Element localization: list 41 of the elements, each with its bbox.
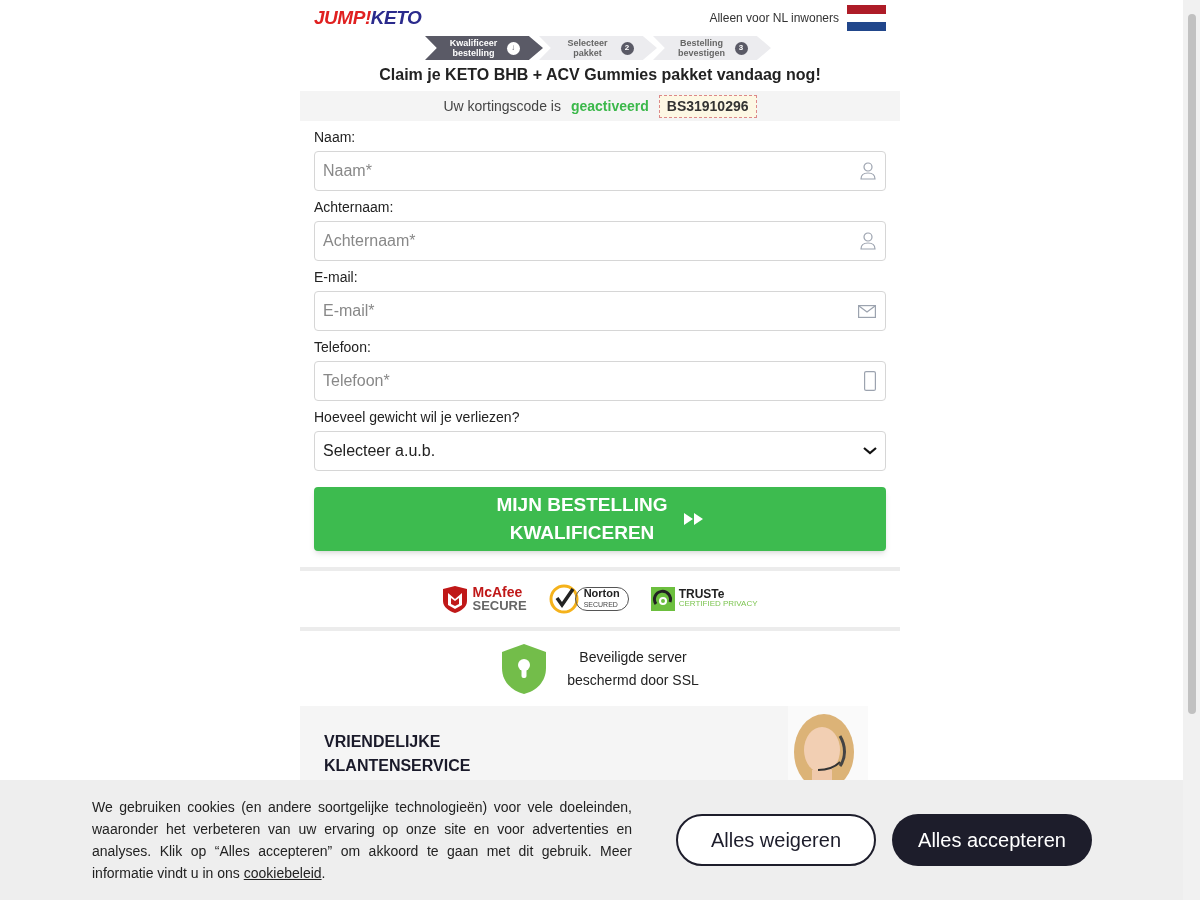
field-label: Achternaam:	[314, 198, 395, 217]
progress-step: Selecteer pakket 2	[539, 36, 657, 60]
support-title: VRIENDELIJKE KLANTENSERVICE	[324, 732, 472, 776]
input-field[interactable]: Telefoon*	[314, 361, 886, 401]
input-field[interactable]: E-mail*	[314, 291, 886, 331]
shield-logo-icon	[442, 585, 469, 613]
field-label: Telefoon:	[314, 338, 372, 357]
lock-shield-icon	[501, 642, 548, 695]
logo: JUMP!KETO	[314, 5, 422, 30]
progress-step: Kwalificeer bestelling ↓	[425, 36, 543, 60]
mail-icon	[858, 304, 876, 318]
cookie-policy-link[interactable]: cookiebeleid	[243, 865, 322, 881]
field-label: Naam:	[314, 128, 357, 147]
discount-text: Uw kortingscode is	[443, 96, 561, 116]
badge-subtitle: SECURE	[472, 599, 527, 612]
badge-title: TRUSTe	[678, 589, 726, 599]
phone-icon	[864, 371, 876, 391]
reject-button[interactable]: Alles weigeren	[676, 814, 876, 866]
chevron-down-icon	[863, 447, 877, 455]
select-field[interactable]: Selecteer a.u.b.	[314, 431, 886, 471]
cookie-text: We gebruiken cookies (en andere soortgelijke technologieën) voor vele doeleinden, waaronder het verbeteren van uw ervaring op onze site en voor advertenties en analyses. Klik op “Alles accepteren” om akkoord te gaan met dit gebruik. Meer informatie vindt u in ons cookiebeleid.	[92, 798, 632, 883]
person-icon	[860, 232, 876, 250]
flag-icon	[847, 5, 886, 31]
discount-status: geactiveerd	[570, 96, 649, 116]
progress-step: Bestelling bevestigen 3	[653, 36, 771, 60]
input-field[interactable]: Achternaam*	[314, 221, 886, 261]
badge-subtitle: CERTIFIED PRIVACY	[678, 599, 758, 609]
checkmark-seal-icon	[548, 584, 579, 614]
field-label: Hoeveel gewicht wil je verliezen?	[314, 408, 521, 427]
field-label: E-mail:	[314, 268, 359, 287]
ssl-text: Beveiligde server	[579, 647, 687, 667]
region-note: Alleen voor NL inwoners	[709, 10, 839, 27]
discount-code: BS31910296	[658, 94, 757, 118]
input-field[interactable]: Naam*	[314, 151, 886, 191]
person-icon	[860, 162, 876, 180]
double-arrow-icon	[683, 513, 704, 525]
headline: Claim je KETO BHB + ACV Gummies pakket vandaag nog!	[378, 65, 822, 85]
badge-title: McAfee	[472, 586, 524, 599]
accept-button[interactable]: Alles accepteren	[892, 814, 1092, 866]
ssl-text: beschermd door SSL	[567, 670, 699, 690]
truste-logo-icon	[650, 587, 675, 611]
